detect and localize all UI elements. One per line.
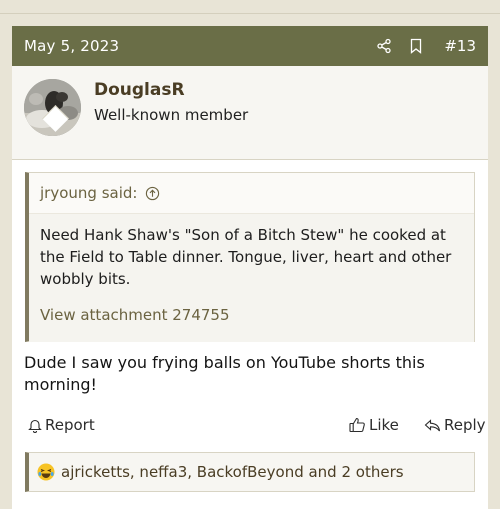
quote-author[interactable]: jryoung said:	[40, 184, 137, 202]
username-link[interactable]: DouglasR	[94, 80, 185, 100]
view-attachment-link[interactable]: View attachment 274755	[40, 306, 463, 324]
like-button[interactable]: Like	[349, 416, 399, 434]
quote-attribution[interactable]: jryoung said:	[29, 173, 474, 214]
post-message: Dude I saw you frying balls on YouTube s…	[24, 353, 425, 394]
page-top-strip	[0, 0, 500, 26]
quote-text: Need Hank Shaw's "Son of a Bitch Stew" h…	[40, 226, 452, 288]
post-header-actions: #13	[376, 37, 476, 55]
post-header: May 5, 2023 #13	[12, 26, 488, 66]
share-icon[interactable]	[376, 38, 392, 54]
reactions-bar[interactable]: ajricketts, neffa3, BackofBeyond and 2 o…	[25, 452, 475, 492]
like-label: Like	[369, 416, 399, 434]
post-date[interactable]: May 5, 2023	[24, 37, 119, 55]
reactions-list[interactable]: ajricketts, neffa3, BackofBeyond and 2 o…	[61, 463, 404, 481]
quote-body: Need Hank Shaw's "Son of a Bitch Stew" h…	[29, 214, 474, 342]
reply-arrow-icon	[424, 418, 441, 433]
thumbs-up-icon	[349, 417, 366, 433]
reply-label: Reply	[444, 416, 486, 434]
report-button[interactable]: Report	[28, 416, 95, 434]
laughing-emoji-icon	[37, 463, 55, 481]
jump-to-quote-icon[interactable]	[145, 186, 160, 201]
quote-block: jryoung said: Need Hank Shaw's "Son of a…	[25, 172, 475, 342]
user-title: Well-known member	[94, 106, 249, 124]
post-actions: Report Like Reply	[24, 416, 486, 440]
report-label: Report	[45, 416, 95, 434]
post-number-link[interactable]: #13	[444, 37, 476, 55]
reply-button[interactable]: Reply	[424, 416, 486, 434]
bell-icon	[28, 418, 42, 433]
forum-post: May 5, 2023 #13 DouglasR Well-known memb…	[12, 26, 488, 509]
bookmark-icon[interactable]	[408, 38, 424, 54]
user-block: DouglasR Well-known member	[12, 66, 488, 160]
